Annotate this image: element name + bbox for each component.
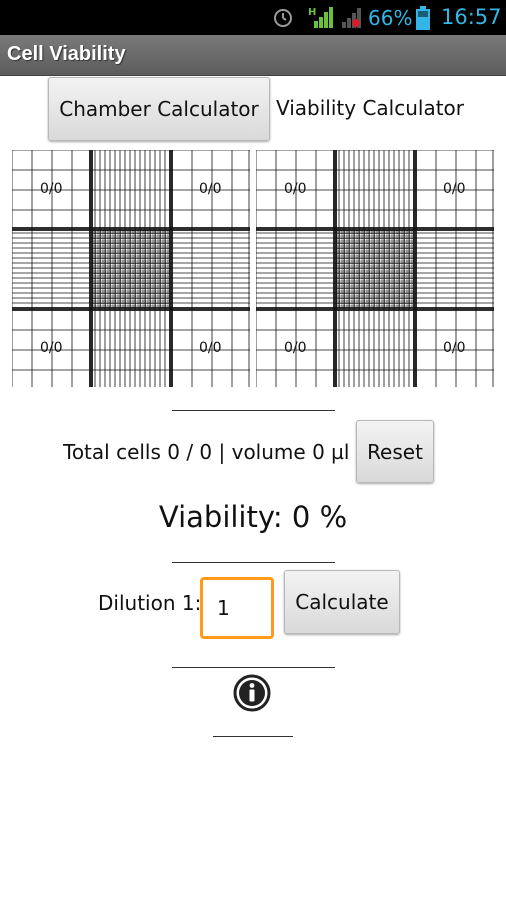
signal-icon: H [308, 7, 333, 28]
status-bar: H 66% 16:57 [0, 0, 506, 35]
count-top-left[interactable]: 0/0 [284, 181, 307, 197]
viability-calculator-tab[interactable]: Viability Calculator [276, 96, 464, 120]
battery-percent: 66% [368, 6, 413, 30]
count-bottom-right[interactable]: 0/0 [443, 340, 466, 356]
count-bottom-right[interactable]: 0/0 [199, 340, 222, 356]
dilution-input[interactable] [200, 577, 274, 639]
count-bottom-left[interactable]: 0/0 [40, 340, 63, 356]
count-top-right[interactable]: 0/0 [199, 181, 222, 197]
hemocytometer-grid-right[interactable]: 0/0 0/0 0/0 0/0 [256, 150, 494, 387]
dilution-label: Dilution 1: [98, 591, 202, 615]
clock: 16:57 [441, 5, 502, 29]
network-type-label: H [308, 7, 316, 18]
alarm-icon [274, 9, 292, 27]
count-bottom-left[interactable]: 0/0 [284, 340, 307, 356]
divider [172, 562, 335, 563]
chamber-calculator-button[interactable]: Chamber Calculator [48, 77, 270, 141]
count-top-right[interactable]: 0/0 [443, 181, 466, 197]
calculate-button[interactable]: Calculate [284, 570, 400, 634]
info-icon[interactable] [233, 674, 271, 712]
divider [172, 410, 335, 411]
viability-result: Viability: 0 % [158, 500, 348, 534]
app-title: Cell Viability [7, 43, 126, 65]
signal-icon-secondary [342, 8, 361, 28]
action-bar: Cell Viability [0, 35, 506, 76]
hemocytometer-grid-left[interactable]: 0/0 0/0 0/0 0/0 [12, 150, 250, 387]
battery-icon [416, 6, 430, 30]
divider [172, 667, 335, 668]
count-top-left[interactable]: 0/0 [40, 181, 63, 197]
divider [213, 736, 293, 737]
total-cells-text: Total cells 0 / 0 | volume 0 µl [63, 440, 350, 464]
reset-button[interactable]: Reset [356, 420, 434, 483]
